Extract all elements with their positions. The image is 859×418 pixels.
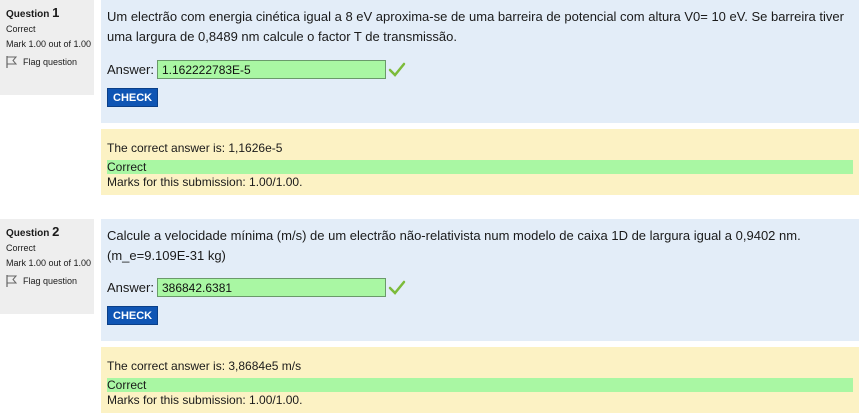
question-outcome: The correct answer is: 3,8684e5 m/s Corr…: [101, 347, 859, 413]
flag-icon: [6, 56, 17, 68]
check-mark-icon: [388, 62, 406, 77]
question-state: Correct: [6, 24, 36, 34]
question-number: Question 2: [6, 224, 94, 239]
question-number: Question 1: [6, 5, 94, 20]
question-formulation: Um electrão com energia cinética igual a…: [101, 0, 859, 123]
flag-question-link[interactable]: Flag question: [6, 56, 94, 68]
submission-marks: Marks for this submission: 1.00/1.00.: [107, 175, 303, 189]
question-formulation: Calcule a velocidade mínima (m/s) de um …: [101, 219, 859, 341]
answer-input[interactable]: [156, 278, 386, 297]
correct-answer-text: The correct answer is: 1,1626e-5: [107, 141, 283, 155]
flag-question-label: Flag question: [23, 57, 78, 67]
question-info: Question 1 Correct Mark 1.00 out of 1.00…: [0, 0, 94, 95]
question-grade: Mark 1.00 out of 1.00: [6, 39, 92, 49]
answer-row: Answer:: [107, 278, 406, 297]
question-grade: Mark 1.00 out of 1.00: [6, 258, 92, 268]
answer-row: Answer:: [107, 60, 406, 79]
question-label: Question: [6, 9, 50, 20]
question-text: Um electrão com energia cinética igual a…: [107, 9, 844, 44]
flag-icon: [6, 275, 17, 287]
question-number-value: 1: [52, 5, 60, 20]
feedback-correct: Correct: [107, 160, 853, 174]
check-button[interactable]: CHECK: [107, 306, 159, 325]
check-button[interactable]: CHECK: [107, 88, 159, 107]
question-outcome: The correct answer is: 1,1626e-5 Correct…: [101, 129, 859, 195]
correct-answer-text: The correct answer is: 3,8684e5 m/s: [107, 359, 302, 373]
flag-question-link[interactable]: Flag question: [6, 275, 94, 287]
question-text: Calcule a velocidade mínima (m/s) de um …: [107, 228, 801, 263]
submission-marks: Marks for this submission: 1.00/1.00.: [107, 393, 303, 407]
flag-question-label: Flag question: [23, 276, 78, 286]
check-mark-icon: [388, 280, 406, 295]
question-state: Correct: [6, 243, 36, 253]
answer-label: Answer:: [107, 62, 154, 77]
answer-label: Answer:: [107, 280, 154, 295]
question-label: Question: [6, 228, 50, 239]
question-info: Question 2 Correct Mark 1.00 out of 1.00…: [0, 219, 94, 314]
question-number-value: 2: [52, 224, 60, 239]
answer-input[interactable]: [156, 60, 386, 79]
feedback-correct: Correct: [107, 378, 853, 392]
